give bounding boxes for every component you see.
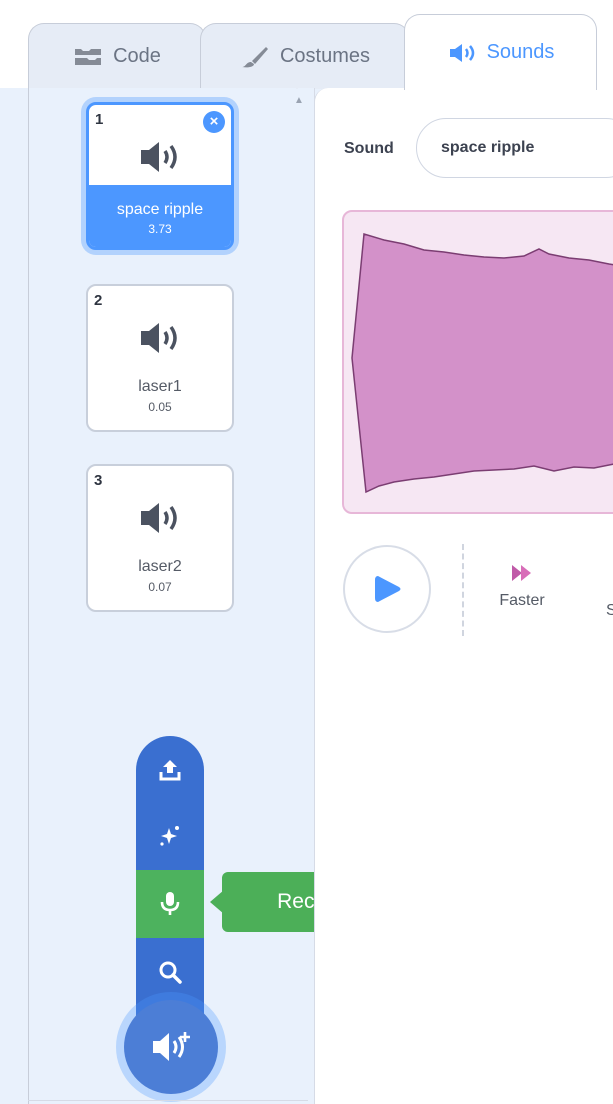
sound-index: 2: [94, 292, 103, 309]
add-sound-menu: [136, 736, 204, 1036]
scroll-up-arrow-icon[interactable]: ▲: [294, 95, 304, 106]
tab-sounds-label: Sounds: [486, 41, 555, 63]
record-sound-button[interactable]: [136, 870, 204, 938]
speaker-icon: [141, 503, 177, 533]
tab-code-label: Code: [113, 45, 161, 67]
sound-name: laser1: [138, 378, 182, 395]
sound-duration: 0.05: [148, 400, 172, 414]
sound-item-2[interactable]: 2 laser1 0.05: [86, 284, 234, 432]
sound-duration: 0.07: [148, 580, 172, 594]
waveform-display[interactable]: [342, 210, 613, 514]
tab-code[interactable]: Code: [28, 23, 206, 89]
tab-bar: Code Costumes Sounds: [0, 0, 613, 90]
sound-name: space ripple: [116, 201, 204, 218]
upload-icon: [159, 760, 181, 781]
microphone-icon: [160, 892, 180, 915]
sound-name: laser2: [138, 558, 182, 575]
sound-item-3[interactable]: 3 laser2 0.07: [86, 464, 234, 612]
panel-divider: [298, 88, 315, 1104]
panel-bottom-edge: [28, 1100, 308, 1101]
waveform-graph: [351, 233, 613, 494]
surprise-sparkle-icon: [160, 826, 179, 846]
speaker-icon: [141, 142, 177, 172]
fast-forward-icon: [512, 565, 531, 581]
play-icon: [375, 576, 401, 602]
sound-index: 3: [94, 472, 103, 489]
faster-effect-label: Faster: [499, 592, 545, 609]
search-icon: [159, 961, 182, 984]
sound-name-label: Sound: [344, 140, 394, 157]
add-sound-icon: [153, 1032, 190, 1061]
tab-sounds[interactable]: Sounds: [404, 14, 597, 90]
speaker-icon: [449, 43, 474, 62]
delete-sound-button[interactable]: ×: [203, 111, 225, 133]
sound-duration: 3.73: [148, 222, 172, 236]
brush-icon: [241, 46, 268, 67]
tab-costumes[interactable]: Costumes: [200, 23, 410, 89]
effects-divider: [462, 544, 464, 636]
sound-name-input[interactable]: [416, 118, 613, 178]
add-sound-button[interactable]: [124, 1000, 218, 1094]
faster-effect-button[interactable]: Faster: [482, 562, 562, 610]
sound-editor-app: Code Costumes Sounds ▲ 1 × space ripple …: [0, 0, 613, 1104]
sound-item-1[interactable]: 1 × space ripple 3.73: [86, 102, 234, 250]
tab-costumes-label: Costumes: [279, 45, 371, 67]
surprise-sound-button[interactable]: [136, 802, 204, 870]
speaker-icon: [141, 323, 177, 353]
next-effect-label[interactable]: S: [606, 602, 613, 620]
play-button[interactable]: [343, 545, 431, 633]
sound-index: 1: [95, 111, 104, 128]
choose-sound-button[interactable]: [136, 938, 204, 1006]
code-blocks-icon: [75, 48, 102, 65]
upload-sound-button[interactable]: [136, 736, 204, 804]
